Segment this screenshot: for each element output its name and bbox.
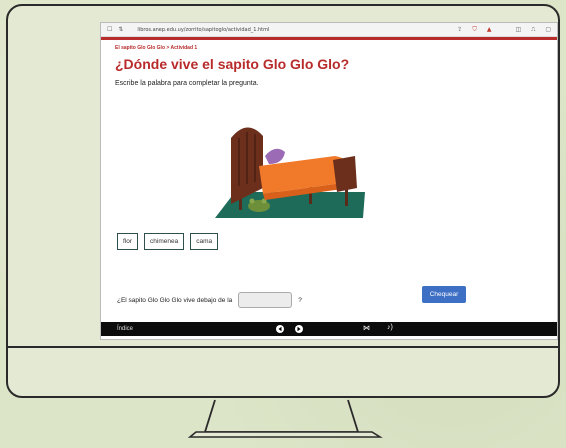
bookmark-icon[interactable]: ☐: [107, 26, 112, 33]
question-row: ¿El sapito Glo Glo Glo vive debajo de la…: [117, 292, 302, 308]
site-settings-icon[interactable]: ⇅: [118, 26, 123, 33]
word-chip-flor[interactable]: flor: [117, 233, 139, 250]
previous-icon[interactable]: [276, 325, 284, 333]
sidebar-icon[interactable]: ◫: [515, 26, 521, 34]
page-title: ¿Dónde vive el sapito Glo Glo Glo?: [115, 56, 350, 72]
activity-content: El sapito Glo Glo Glo > Actividad 1 ¿Dón…: [101, 40, 557, 336]
screen: ☐ ⇅ libros.anep.edu.uy/zorrito/sapitoglo…: [100, 22, 558, 340]
window-icon[interactable]: ▢: [545, 26, 551, 34]
address-bar[interactable]: libros.anep.edu.uy/zorrito/sapitoglo/act…: [137, 27, 269, 33]
share-icon[interactable]: ⇪: [457, 26, 462, 34]
player-bar: Índice ⋈ ♪): [101, 322, 557, 336]
pillow-shape: [265, 148, 285, 164]
warning-icon[interactable]: ▲: [487, 26, 492, 34]
fullscreen-icon[interactable]: ⋈: [363, 324, 370, 332]
bed-frog-illustration: [215, 127, 365, 218]
question-mark: ?: [298, 296, 302, 304]
instruction-text: Escribe la palabra para completar la pre…: [115, 80, 259, 87]
breadcrumb[interactable]: El sapito Glo Glo Glo > Actividad 1: [115, 45, 197, 51]
shield-icon[interactable]: ⛉: [472, 26, 477, 34]
answer-drop-field[interactable]: [238, 292, 293, 308]
word-bank: flor chimenea cama: [117, 233, 219, 250]
word-chip-chimenea[interactable]: chimenea: [144, 233, 185, 250]
audio-icon[interactable]: ♪): [387, 324, 393, 331]
check-button[interactable]: Chequear: [422, 286, 466, 303]
word-chip-cama[interactable]: cama: [190, 233, 219, 250]
monitor-chin-divider: [6, 346, 560, 348]
question-text: ¿El sapito Glo Glo Glo vive debajo de la: [117, 296, 233, 304]
index-link[interactable]: Índice: [117, 326, 133, 332]
next-icon[interactable]: [295, 325, 303, 333]
extensions-icon[interactable]: ⎍: [531, 26, 535, 34]
browser-toolbar: ☐ ⇅ libros.anep.edu.uy/zorrito/sapitoglo…: [101, 23, 557, 37]
